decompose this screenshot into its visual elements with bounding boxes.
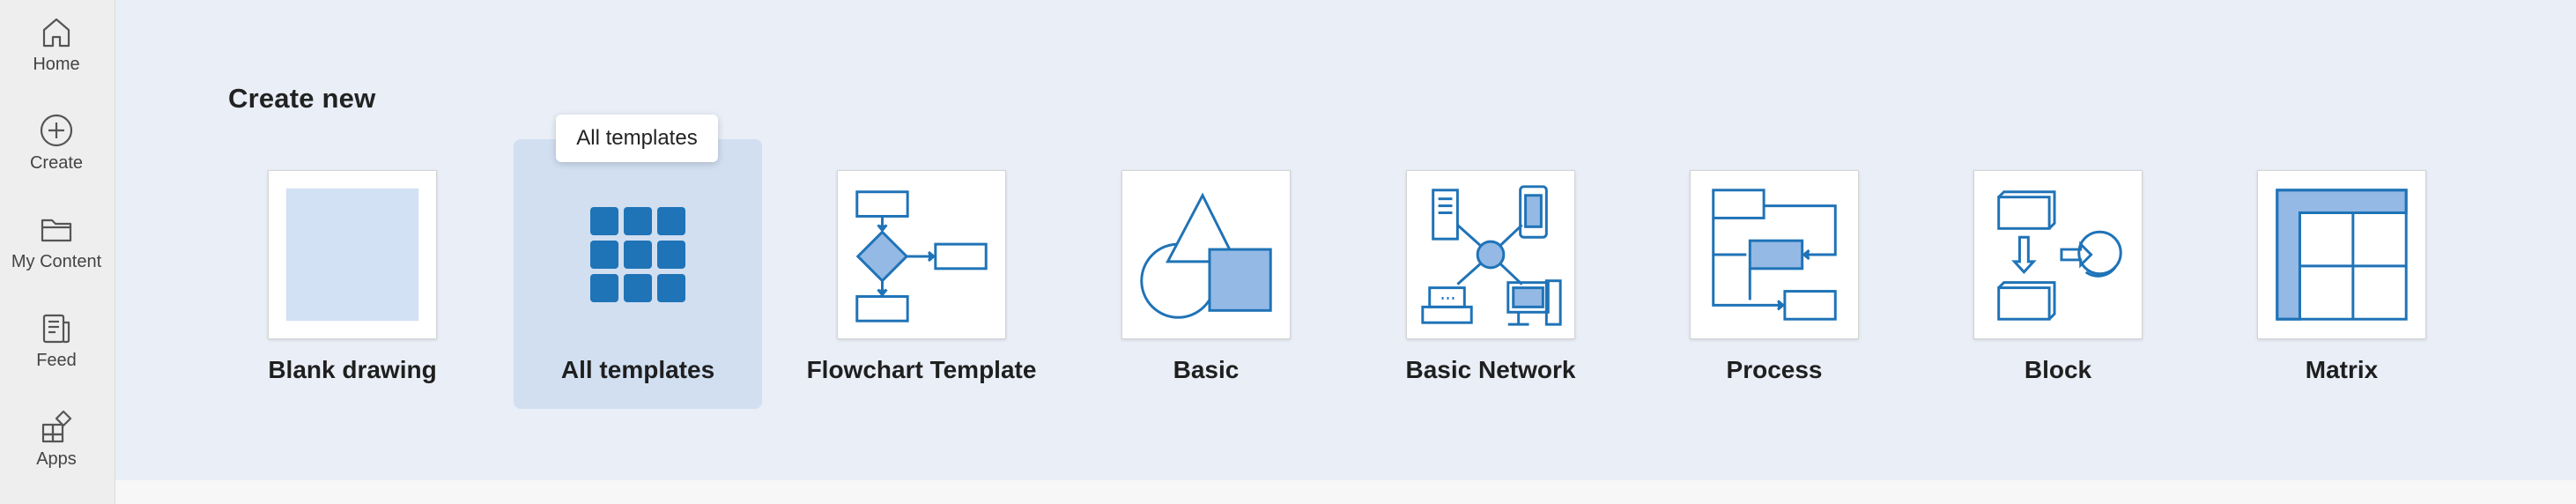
flowchart-icon [855, 190, 988, 322]
template-thumbnail [553, 170, 722, 339]
nav-item-create[interactable]: Create [0, 111, 113, 199]
feed-icon [42, 314, 70, 344]
template-thumbnail [2257, 170, 2426, 339]
template-card-all-templates[interactable]: All templates [514, 139, 762, 409]
template-label: Basic Network [1405, 356, 1576, 383]
template-card-basic[interactable]: Basic [1082, 139, 1330, 409]
nav-label-create: Create [29, 153, 84, 173]
left-nav-rail: Home Create My Content Feed Apps [0, 0, 115, 504]
grid-icon [590, 207, 685, 302]
template-card-basic-network[interactable]: Basic Network [1366, 139, 1615, 409]
template-label: Process [1726, 356, 1823, 383]
template-card-matrix[interactable]: Matrix [2217, 139, 2466, 409]
nav-label-apps: Apps [36, 449, 77, 469]
template-label: All templates [560, 356, 715, 383]
template-thumbnail [1690, 170, 1859, 339]
footer-bar [115, 480, 2576, 504]
nav-item-my-content[interactable]: My Content [0, 210, 113, 298]
folder-icon [41, 219, 72, 242]
plus-circle-icon [40, 114, 73, 147]
template-label: Blank drawing [268, 356, 437, 383]
template-card-blank-drawing[interactable]: Blank drawing [228, 139, 477, 409]
network-icon [1421, 185, 1562, 326]
template-thumbnail [268, 170, 437, 339]
main-content [115, 0, 2576, 480]
home-icon [42, 18, 70, 48]
template-thumbnail [1973, 170, 2143, 339]
block-icon [1997, 190, 2122, 321]
nav-label-home: Home [33, 55, 80, 74]
template-thumbnail [1406, 170, 1575, 339]
basic-shapes-icon [1140, 192, 1272, 319]
template-card-process[interactable]: Process [1650, 139, 1899, 409]
apps-icon [41, 410, 72, 443]
template-thumbnail [1121, 170, 1291, 339]
nav-label-my-content: My Content [11, 252, 102, 271]
template-label: Block [2024, 356, 2092, 383]
template-card-block[interactable]: Block [1934, 139, 2182, 409]
process-icon [1712, 189, 1837, 321]
template-label: Basic [1173, 356, 1240, 383]
nav-label-feed: Feed [36, 351, 77, 370]
template-card-flowchart[interactable]: Flowchart Template [797, 139, 1046, 409]
nav-item-feed[interactable]: Feed [0, 308, 113, 397]
section-title: Create new [228, 83, 376, 114]
template-thumbnail [837, 170, 1006, 339]
matrix-icon [2276, 189, 2408, 321]
template-label: Flowchart Template [806, 356, 1037, 383]
nav-item-apps[interactable]: Apps [0, 407, 113, 495]
nav-item-home[interactable]: Home [0, 12, 113, 100]
blank-drawing-icon [285, 188, 419, 322]
template-label: Matrix [2305, 356, 2379, 383]
tooltip-all-templates: All templates [556, 115, 718, 162]
